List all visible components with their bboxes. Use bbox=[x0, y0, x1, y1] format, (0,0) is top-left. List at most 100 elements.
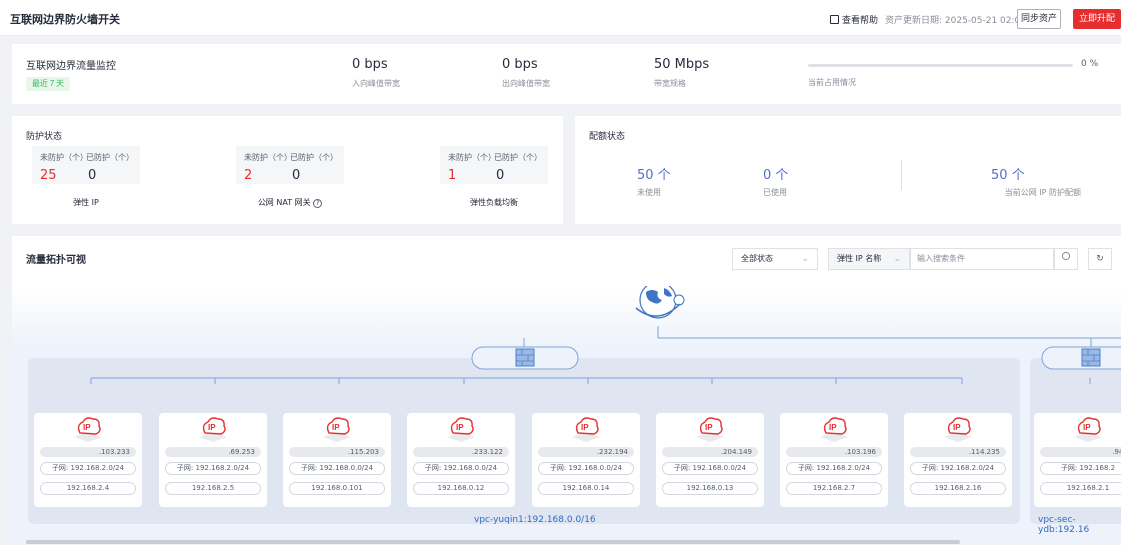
elb-label: 弹性负载均衡 bbox=[470, 198, 518, 207]
private-ip-pill: 192.168.0.101 bbox=[289, 482, 385, 495]
vpc-label: vpc-sec-ydb:192.16 bbox=[1038, 515, 1090, 535]
horizontal-scrollbar[interactable] bbox=[26, 540, 960, 544]
protected-label: 已防护（个） bbox=[494, 153, 542, 162]
ip-cloud-icon: IP bbox=[323, 417, 351, 442]
ip-cloud-icon: IP bbox=[696, 417, 724, 442]
total-quota: 50 个 当前公网 IP 防护配额 bbox=[991, 164, 1081, 198]
divider bbox=[901, 160, 902, 190]
public-ip: .233.122 bbox=[413, 447, 509, 457]
used-label: 已使用 bbox=[763, 188, 787, 197]
search-button[interactable] bbox=[1054, 248, 1078, 270]
public-ip: .115.203 bbox=[289, 447, 385, 457]
help-label: 查看帮助 bbox=[842, 16, 879, 26]
ip-cloud-icon: IP bbox=[944, 417, 972, 442]
subnet-pill: 子网: 192.168.0.0/24 bbox=[662, 462, 758, 475]
globe-icon bbox=[635, 286, 685, 319]
elb-protection-box: 未防护（个） 已防护（个） 1 0 bbox=[440, 146, 548, 184]
traffic-title: 互联网边界流量监控 bbox=[26, 61, 116, 72]
eip-node[interactable]: IP .103.196 子网: 192.168.2.0/24 192.168.2.7 bbox=[780, 413, 888, 507]
bandwidth-spec-label: 带宽规格 bbox=[654, 79, 686, 88]
eip-node[interactable]: IP .204.149 子网: 192.168.0.0/24 192.168.0.13 bbox=[656, 413, 764, 507]
page-title: 互联网边界防火墙开关 bbox=[10, 13, 120, 26]
ip-cloud-icon: IP bbox=[1074, 417, 1102, 442]
sync-assets-button[interactable]: 同步资产 bbox=[1017, 9, 1061, 29]
private-ip-pill: 192.168.0.13 bbox=[662, 482, 758, 495]
field-filter-value: 弹性 IP 名称 bbox=[837, 254, 882, 263]
vpc-label: vpc-yuqin1:192.168.0.0/16 bbox=[474, 515, 596, 525]
private-ip-pill: 192.168.2.5 bbox=[165, 482, 261, 495]
private-ip-pill: 192.168.0.14 bbox=[538, 482, 634, 495]
ip-cloud-icon: IP bbox=[820, 417, 848, 442]
field-filter-select[interactable]: 弹性 IP 名称 ⌄ bbox=[828, 248, 910, 270]
total-value: 50 个 bbox=[991, 168, 1025, 183]
svg-text:IP: IP bbox=[581, 423, 589, 432]
refresh-icon: ↻ bbox=[1096, 254, 1104, 264]
svg-text:IP: IP bbox=[829, 423, 837, 432]
eip-node[interactable]: IP .94.3 子网: 192.168.2 192.168.2.1 bbox=[1034, 413, 1121, 507]
bandwidth-spec-metric: 50 Mbps 带宽规格 bbox=[654, 57, 709, 89]
usage-progress-bar bbox=[808, 64, 1073, 67]
traffic-topology-card: 流量拓扑可视 全部状态 ⌄ 弹性 IP 名称 ⌄ 输入搜索条件 ↻ IP .10… bbox=[12, 236, 1121, 545]
subnet-pill: 子网: 192.168.2.0/24 bbox=[786, 462, 882, 475]
protection-title: 防护状态 bbox=[26, 132, 63, 142]
eip-node[interactable]: IP .114.235 子网: 192.168.2.0/24 192.168.2.16 bbox=[904, 413, 1012, 507]
traffic-monitor-card: 互联网边界流量监控 最近７天 0 bps 入向峰值带宽 0 bps 出向峰值带宽… bbox=[12, 44, 1121, 104]
eip-node[interactable]: IP .69.253 子网: 192.168.2.0/24 192.168.2.5 bbox=[159, 413, 267, 507]
subnet-pill: 子网: 192.168.0.0/24 bbox=[413, 462, 509, 475]
search-input[interactable]: 输入搜索条件 bbox=[910, 248, 1054, 270]
help-icon[interactable]: ? bbox=[313, 199, 323, 208]
subnet-pill: 子网: 192.168.2 bbox=[1040, 462, 1121, 475]
eip-node[interactable]: IP .115.203 子网: 192.168.0.0/24 192.168.0.10… bbox=[283, 413, 391, 507]
outbound-value: 0 bps bbox=[502, 57, 538, 72]
upgrade-button[interactable]: 立即升配 bbox=[1073, 9, 1121, 29]
svg-text:IP: IP bbox=[456, 423, 464, 432]
protected-count: 0 bbox=[496, 168, 505, 183]
used-value: 0 个 bbox=[763, 168, 789, 183]
eip-node[interactable]: IP .233.122 子网: 192.168.0.0/24 192.168.0.12 bbox=[407, 413, 515, 507]
nat-label: 公网 NAT 网关 ? bbox=[236, 197, 344, 208]
svg-text:IP: IP bbox=[332, 423, 340, 432]
help-link[interactable]: 查看帮助 bbox=[830, 13, 878, 26]
protected-count: 0 bbox=[88, 168, 97, 183]
ip-cloud-icon: IP bbox=[199, 417, 227, 442]
eip-node[interactable]: IP .103.233 子网: 192.168.2.0/24 192.168.2.4 bbox=[34, 413, 142, 507]
inbound-label: 入向峰值带宽 bbox=[352, 79, 400, 88]
eip-node[interactable]: IP .232.194 子网: 192.168.0.0/24 192.168.0.14 bbox=[532, 413, 640, 507]
total-label: 当前公网 IP 防护配额 bbox=[1004, 188, 1081, 197]
unprotected-label: 未防护（个） bbox=[40, 153, 88, 162]
nat-label-text: 公网 NAT 网关 bbox=[257, 198, 311, 207]
quota-status-card: 配额状态 50 个 未使用 0 个 已使用 50 个 当前公网 IP 防护配额 bbox=[575, 116, 1121, 224]
refresh-button[interactable]: ↻ bbox=[1088, 248, 1112, 270]
usage-label: 当前占用情况 bbox=[808, 78, 856, 87]
outbound-metric: 0 bps 出向峰值带宽 bbox=[502, 57, 550, 89]
public-ip: .114.235 bbox=[910, 447, 1006, 457]
time-range-tag[interactable]: 最近７天 bbox=[26, 77, 70, 91]
topology-canvas: 开启防护IP.103.233子网: 192.168.2.0/24192.168.… bbox=[12, 286, 1121, 545]
private-ip-pill: 192.168.2.16 bbox=[910, 482, 1006, 495]
public-ip: .232.194 bbox=[538, 447, 634, 457]
public-ip: .69.253 bbox=[165, 447, 261, 457]
search-icon bbox=[1061, 251, 1071, 261]
unused-value: 50 个 bbox=[637, 168, 671, 183]
public-ip: .204.149 bbox=[662, 447, 758, 457]
unprotected-count[interactable]: 1 bbox=[448, 168, 456, 183]
eip-protection-box: 未防护（个） 已防护（个） 25 0 bbox=[32, 146, 140, 184]
public-ip: .94.3 bbox=[1040, 447, 1121, 457]
unused-quota: 50 个 未使用 bbox=[637, 164, 671, 198]
svg-text:IP: IP bbox=[953, 423, 961, 432]
svg-text:IP: IP bbox=[1083, 423, 1091, 432]
protected-label: 已防护（个） bbox=[86, 153, 134, 162]
unprotected-count[interactable]: 25 bbox=[40, 168, 57, 183]
status-filter-select[interactable]: 全部状态 ⌄ bbox=[732, 248, 818, 270]
protected-count: 0 bbox=[292, 168, 301, 183]
topology-title: 流量拓扑可视 bbox=[26, 255, 86, 266]
public-ip: .103.196 bbox=[786, 447, 882, 457]
subnet-pill: 子网: 192.168.0.0/24 bbox=[289, 462, 385, 475]
unprotected-count[interactable]: 2 bbox=[244, 168, 252, 183]
subnet-pill: 子网: 192.168.2.0/24 bbox=[910, 462, 1006, 475]
chevron-down-icon: ⌄ bbox=[801, 254, 809, 264]
firewall-icon bbox=[471, 346, 579, 370]
ip-cloud-icon: IP bbox=[572, 417, 600, 442]
subnet-pill: 子网: 192.168.2.0/24 bbox=[165, 462, 261, 475]
usage-percent: 0 % bbox=[1081, 59, 1099, 69]
